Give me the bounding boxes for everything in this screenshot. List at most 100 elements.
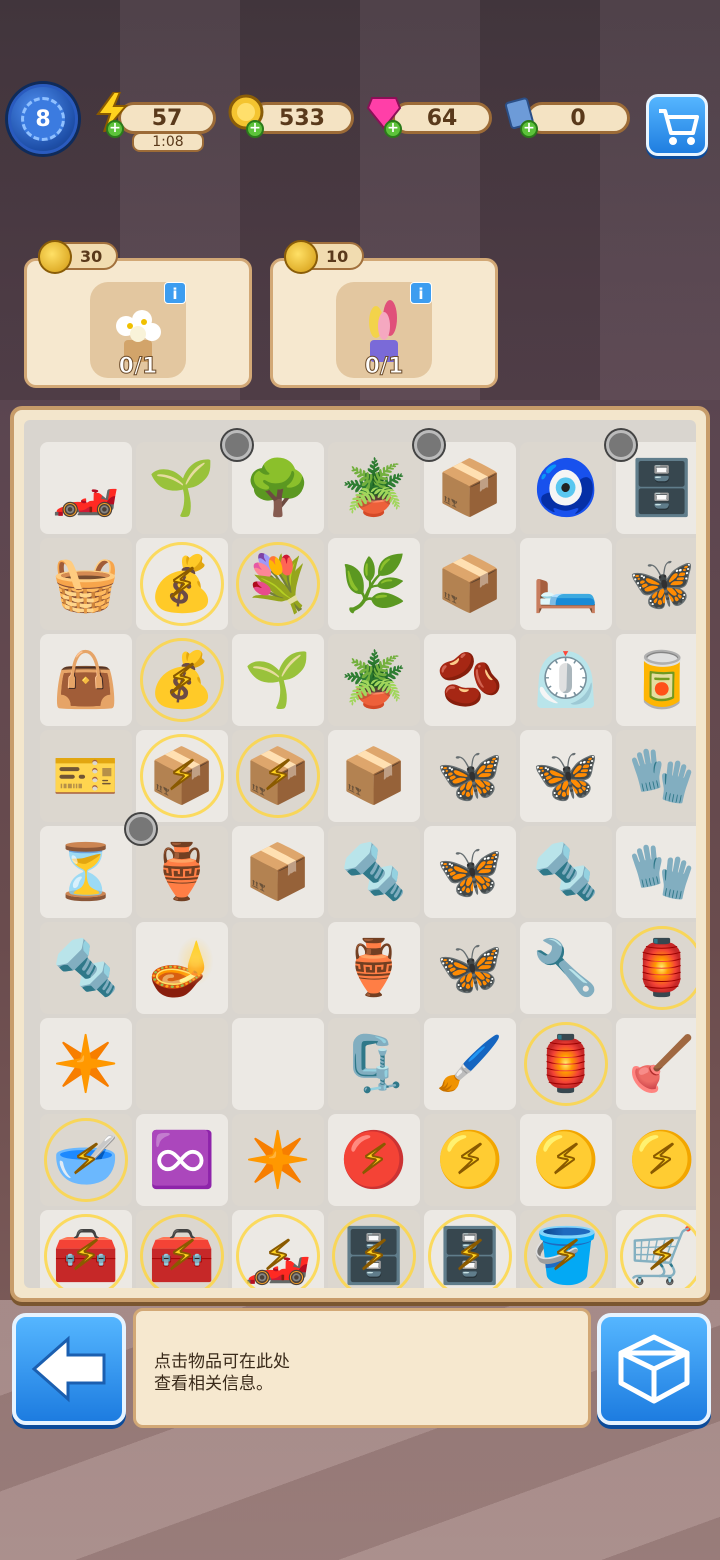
- board-cell[interactable]: 🛏️: [520, 538, 612, 630]
- board-cell[interactable]: [136, 1018, 228, 1110]
- board-cell[interactable]: 🪠: [616, 1018, 696, 1110]
- screw-icon[interactable]: 🔩: [50, 932, 122, 1004]
- order-info-button-1[interactable]: i: [164, 282, 186, 304]
- blue-star-icon[interactable]: ✴️: [242, 1124, 314, 1196]
- seed-sacks-icon[interactable]: 🧺: [50, 548, 122, 620]
- board-cell[interactable]: 🏺: [328, 922, 420, 1014]
- seed-bag-icon[interactable]: 👜: [50, 644, 122, 716]
- board-cell[interactable]: 💰 ⚡: [136, 538, 228, 630]
- board-cell[interactable]: 🏮: [520, 1018, 612, 1110]
- wrench-icon[interactable]: 🔧: [530, 932, 602, 1004]
- clay-lamp-icon[interactable]: 🪔: [146, 932, 218, 1004]
- board-cell[interactable]: 🔴 ⚡: [328, 1114, 420, 1206]
- blue-butterfly-icon[interactable]: 🦋: [434, 836, 506, 908]
- wooden-dresser-icon[interactable]: 🗄️: [626, 452, 696, 524]
- pink-vase-icon[interactable]: 🏺: [146, 836, 218, 908]
- board-cell[interactable]: 🎫: [40, 730, 132, 822]
- potted-sapling-icon[interactable]: 🪴: [338, 644, 410, 716]
- energy-bubble-red-icon[interactable]: 🔴: [338, 1124, 410, 1196]
- pliers-icon[interactable]: 🗜️: [338, 1028, 410, 1100]
- energy-bubble-icon[interactable]: 🟡: [626, 1124, 696, 1196]
- glove-box-icon[interactable]: 📦: [338, 740, 410, 812]
- sprout-icon[interactable]: 🌿: [338, 548, 410, 620]
- board-cell[interactable]: 🦋: [424, 730, 516, 822]
- glove-box-icon[interactable]: 📦: [242, 836, 314, 908]
- timer-device-icon[interactable]: ⏲️: [530, 644, 602, 716]
- shop-button[interactable]: [646, 94, 708, 156]
- blue-star-icon[interactable]: ✴️: [50, 1028, 122, 1100]
- sapling-icon[interactable]: 🌱: [146, 452, 218, 524]
- board-cell[interactable]: ✴️: [232, 1114, 324, 1206]
- coin-plus-button[interactable]: +: [246, 120, 264, 138]
- seed-packet-icon[interactable]: 🎫: [50, 740, 122, 812]
- potted-seedling-icon[interactable]: 🌱: [242, 644, 314, 716]
- energy-plus-button[interactable]: +: [106, 120, 124, 138]
- tan-moth-icon[interactable]: 🦋: [434, 932, 506, 1004]
- seed-box-icon[interactable]: 📦: [434, 548, 506, 620]
- board-cell[interactable]: 💐: [232, 538, 324, 630]
- board-cell[interactable]: 🌿: [328, 538, 420, 630]
- board-cell[interactable]: 🦋: [424, 826, 516, 918]
- board-cell[interactable]: 🧤: [616, 730, 696, 822]
- clay-pot-icon[interactable]: 🏺: [338, 932, 410, 1004]
- leather-gloves-icon[interactable]: 🧤: [626, 740, 696, 812]
- white-moth-icon[interactable]: 🦋: [530, 740, 602, 812]
- level-badge[interactable]: 8: [8, 84, 78, 154]
- board-cell[interactable]: 🪴: [328, 634, 420, 726]
- board-cell[interactable]: 📦: [424, 538, 516, 630]
- inventory-button[interactable]: [597, 1313, 711, 1425]
- board-cell[interactable]: 🥫: [616, 634, 696, 726]
- gem-plus-button[interactable]: +: [384, 120, 402, 138]
- energy-bubble-icon[interactable]: 🟡: [434, 1124, 506, 1196]
- energy-bubble-icon[interactable]: 🟡: [530, 1124, 602, 1196]
- board-cell[interactable]: 🧤: [616, 826, 696, 918]
- board-cell[interactable]: 👜: [40, 634, 132, 726]
- board-cell[interactable]: ⏲️: [520, 634, 612, 726]
- board-cell[interactable]: 🦋: [616, 538, 696, 630]
- ticket-plus-button[interactable]: +: [520, 120, 538, 138]
- board-cell[interactable]: 🏎️: [40, 442, 132, 534]
- gold-locket-icon[interactable]: 🧿: [530, 452, 602, 524]
- order-info-button-2[interactable]: i: [410, 282, 432, 304]
- paintbrush-icon[interactable]: 🖌️: [434, 1028, 506, 1100]
- hourglass-bubble-icon[interactable]: ⏳: [50, 836, 122, 908]
- paint-can-icon[interactable]: 🥫: [626, 644, 696, 716]
- board-cell[interactable]: 🌱: [136, 442, 228, 534]
- bolt-stud-icon[interactable]: 🔩: [530, 836, 602, 908]
- board-cell[interactable]: 🪴: [328, 442, 420, 534]
- board-cell[interactable]: 📦 ⚡: [136, 730, 228, 822]
- board-cell[interactable]: 🖌️: [424, 1018, 516, 1110]
- board-cell[interactable]: [232, 922, 324, 1014]
- board-cell[interactable]: 🧰 ⚡: [136, 1210, 228, 1288]
- board-cell[interactable]: 🥣 ⚡: [40, 1114, 132, 1206]
- wooden-crates-icon[interactable]: 📦: [434, 452, 506, 524]
- seeds-icon[interactable]: 🫘: [434, 644, 506, 716]
- board-cell[interactable]: 🪣 ⚡: [520, 1210, 612, 1288]
- board-cell[interactable]: 🔧: [520, 922, 612, 1014]
- board-cell[interactable]: 🦋: [424, 922, 516, 1014]
- board-cell[interactable]: 🧰 ⚡: [40, 1210, 132, 1288]
- screws-icon[interactable]: 🔩: [338, 836, 410, 908]
- board-cell[interactable]: 🟡 ⚡: [520, 1114, 612, 1206]
- board-cell[interactable]: 🏮: [616, 922, 696, 1014]
- board-cell[interactable]: 🔩: [328, 826, 420, 918]
- board-cell[interactable]: 🗄️ ⚡: [424, 1210, 516, 1288]
- board-cell[interactable]: 💰 ⚡: [136, 634, 228, 726]
- infinity-bubble-icon[interactable]: ♾️: [146, 1124, 218, 1196]
- board-cell[interactable]: 🟡 ⚡: [616, 1114, 696, 1206]
- board-cell[interactable]: 🔩: [520, 826, 612, 918]
- board-cell[interactable]: 🔩: [40, 922, 132, 1014]
- board-cell[interactable]: 🦋: [520, 730, 612, 822]
- potted-plant-icon[interactable]: 🪴: [338, 452, 410, 524]
- brown-moth-icon[interactable]: 🦋: [626, 548, 696, 620]
- pillows-icon[interactable]: 🛏️: [530, 548, 602, 620]
- young-tree-icon[interactable]: 🌳: [242, 452, 314, 524]
- garden-gloves-icon[interactable]: 🧤: [626, 836, 696, 908]
- board-cell[interactable]: 📦: [232, 826, 324, 918]
- board-cell[interactable]: 🧿: [520, 442, 612, 534]
- board-cell[interactable]: 🪔: [136, 922, 228, 1014]
- plunger-icon[interactable]: 🪠: [626, 1028, 696, 1100]
- board-cell[interactable]: ⏳: [40, 826, 132, 918]
- board-cell[interactable]: [232, 1018, 324, 1110]
- board-cell[interactable]: 🟡 ⚡: [424, 1114, 516, 1206]
